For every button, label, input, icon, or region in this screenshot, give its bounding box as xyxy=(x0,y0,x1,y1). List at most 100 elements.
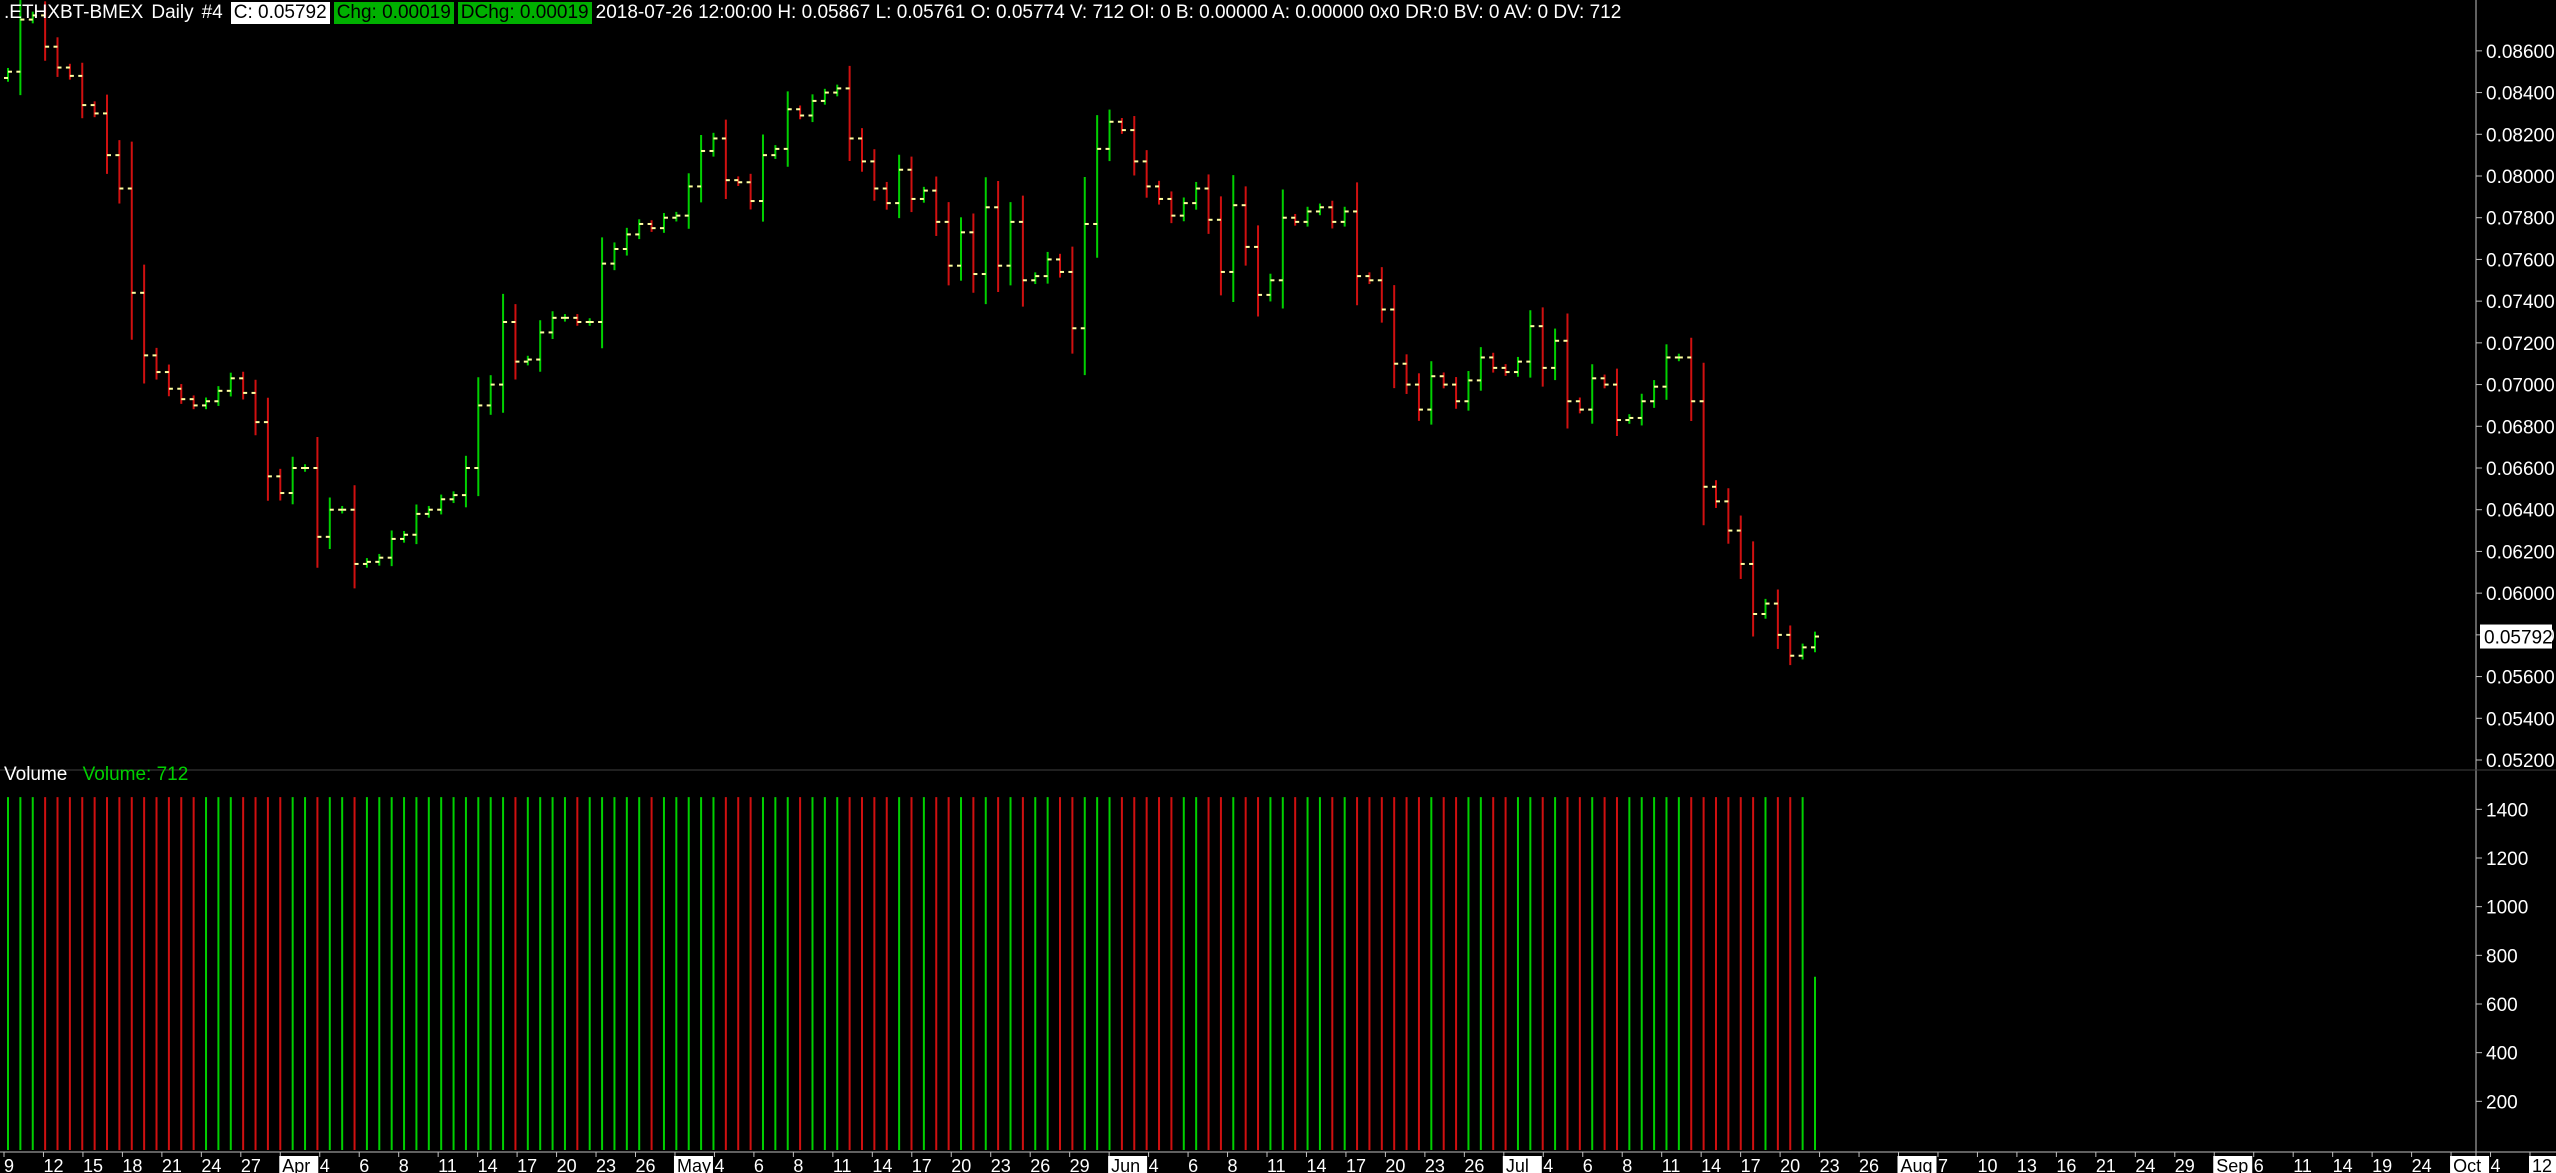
chart-id-label: #4 xyxy=(201,2,223,23)
day-label: 11 xyxy=(1662,1156,1681,1173)
chart-canvas: 0.052000.054000.056000.058000.060000.062… xyxy=(0,0,2556,1173)
price-tick-label: 0.06800 xyxy=(2486,417,2555,438)
day-label: 8 xyxy=(1228,1156,1238,1173)
day-label: 16 xyxy=(2056,1156,2076,1173)
day-label: 21 xyxy=(162,1156,182,1173)
day-label: 4 xyxy=(1149,1156,1159,1173)
month-label: May xyxy=(677,1156,711,1173)
day-label: 6 xyxy=(359,1156,369,1173)
day-label: 17 xyxy=(1741,1156,1761,1173)
price-tick-label: 0.07600 xyxy=(2486,250,2555,271)
day-label: 8 xyxy=(793,1156,803,1173)
volume-tick-label: 600 xyxy=(2486,995,2518,1016)
day-label: 24 xyxy=(2135,1156,2155,1173)
price-tick-label: 0.08400 xyxy=(2486,84,2555,105)
month-label: Jul xyxy=(1506,1156,1529,1173)
day-label: 21 xyxy=(2096,1156,2116,1173)
day-label: 14 xyxy=(1306,1156,1326,1173)
day-label: 11 xyxy=(438,1156,457,1173)
volume-tick-label: 800 xyxy=(2486,946,2518,967)
bar-info-text: 2018-07-26 12:00:00 H: 0.05867 L: 0.0576… xyxy=(595,2,1622,23)
day-label: 14 xyxy=(1701,1156,1721,1173)
day-label: 20 xyxy=(557,1156,577,1173)
day-label: 14 xyxy=(478,1156,498,1173)
day-label: 14 xyxy=(872,1156,892,1173)
day-label: 29 xyxy=(1070,1156,1090,1173)
month-label: Oct xyxy=(2453,1156,2481,1173)
day-label: 8 xyxy=(1622,1156,1632,1173)
day-label: 23 xyxy=(1820,1156,1840,1173)
month-label: 12 xyxy=(2532,1156,2552,1173)
day-label: 4 xyxy=(1543,1156,1553,1173)
day-label: 14 xyxy=(2333,1156,2353,1173)
volume-tick-label: 1400 xyxy=(2486,800,2528,821)
volume-title: Volume xyxy=(4,764,68,785)
day-label: 6 xyxy=(754,1156,764,1173)
price-tick-label: 0.05200 xyxy=(2486,751,2555,772)
day-label: 15 xyxy=(83,1156,103,1173)
volume-tick-label: 1000 xyxy=(2486,898,2528,919)
day-label: 26 xyxy=(1464,1156,1484,1173)
month-label: Sep xyxy=(2216,1156,2248,1173)
day-label: 11 xyxy=(833,1156,852,1173)
volume-value: Volume: 712 xyxy=(82,764,189,785)
day-label: 6 xyxy=(1188,1156,1198,1173)
price-tick-label: 0.06000 xyxy=(2486,584,2555,605)
day-label: 11 xyxy=(2293,1156,2312,1173)
day-label: 4 xyxy=(2491,1156,2501,1173)
month-label: Jun xyxy=(1111,1156,1140,1173)
price-tick-label: 0.06600 xyxy=(2486,459,2555,480)
day-label: 17 xyxy=(517,1156,537,1173)
day-label: 17 xyxy=(1346,1156,1366,1173)
day-label: 11 xyxy=(1267,1156,1286,1173)
price-tick-label: 0.08000 xyxy=(2486,167,2555,188)
price-tick-label: 0.06200 xyxy=(2486,542,2555,563)
price-tick-label: 0.07200 xyxy=(2486,334,2555,355)
day-label: 26 xyxy=(1859,1156,1879,1173)
day-label: 13 xyxy=(2017,1156,2037,1173)
day-label: 6 xyxy=(2254,1156,2264,1173)
last-price-label: 0.05792 xyxy=(2484,628,2553,649)
interval-label: Daily xyxy=(151,2,194,23)
price-tick-label: 0.05400 xyxy=(2486,709,2555,730)
price-tick-label: 0.07400 xyxy=(2486,292,2555,313)
volume-tick-label: 200 xyxy=(2486,1092,2518,1113)
day-label: 27 xyxy=(241,1156,261,1173)
day-label: 20 xyxy=(1385,1156,1405,1173)
price-tick-label: 0.08600 xyxy=(2486,42,2555,63)
volume-pane-header: Volume Volume: 712 xyxy=(4,764,188,786)
day-label: 4 xyxy=(714,1156,724,1173)
volume-tick-label: 400 xyxy=(2486,1044,2518,1065)
day-label: 26 xyxy=(636,1156,656,1173)
price-tick-label: 0.05600 xyxy=(2486,668,2555,689)
day-label: 19 xyxy=(2372,1156,2392,1173)
month-label: Aug xyxy=(1901,1156,1933,1173)
symbol-label: .ETHXBT-BMEX xyxy=(4,2,144,23)
day-label: 23 xyxy=(991,1156,1011,1173)
day-label: 29 xyxy=(2175,1156,2195,1173)
day-label: 6 xyxy=(1583,1156,1593,1173)
price-tick-label: 0.07000 xyxy=(2486,376,2555,397)
day-label: 7 xyxy=(1938,1156,1948,1173)
day-label: 20 xyxy=(951,1156,971,1173)
day-label: 8 xyxy=(399,1156,409,1173)
day-label: 4 xyxy=(320,1156,330,1173)
price-tick-label: 0.06400 xyxy=(2486,501,2555,522)
day-label: 9 xyxy=(4,1156,14,1173)
month-label: Apr xyxy=(282,1156,310,1173)
day-label: 23 xyxy=(1425,1156,1445,1173)
day-label: 24 xyxy=(201,1156,221,1173)
day-label: 18 xyxy=(122,1156,142,1173)
day-label: 23 xyxy=(596,1156,616,1173)
price-tick-label: 0.07800 xyxy=(2486,209,2555,230)
day-label: 12 xyxy=(43,1156,63,1173)
chart-header: .ETHXBT-BMEX Daily #4 C: 0.05792 Chg: 0.… xyxy=(4,1,1629,25)
volume-tick-label: 1200 xyxy=(2486,849,2528,870)
day-label: 10 xyxy=(1977,1156,1997,1173)
price-tick-label: 0.08200 xyxy=(2486,125,2555,146)
day-label: 17 xyxy=(912,1156,932,1173)
day-label: 20 xyxy=(1780,1156,1800,1173)
close-value-badge: C: 0.05792 xyxy=(230,2,330,24)
day-label: 24 xyxy=(2412,1156,2432,1173)
change-value-badge: Chg: 0.00019 xyxy=(333,2,454,24)
